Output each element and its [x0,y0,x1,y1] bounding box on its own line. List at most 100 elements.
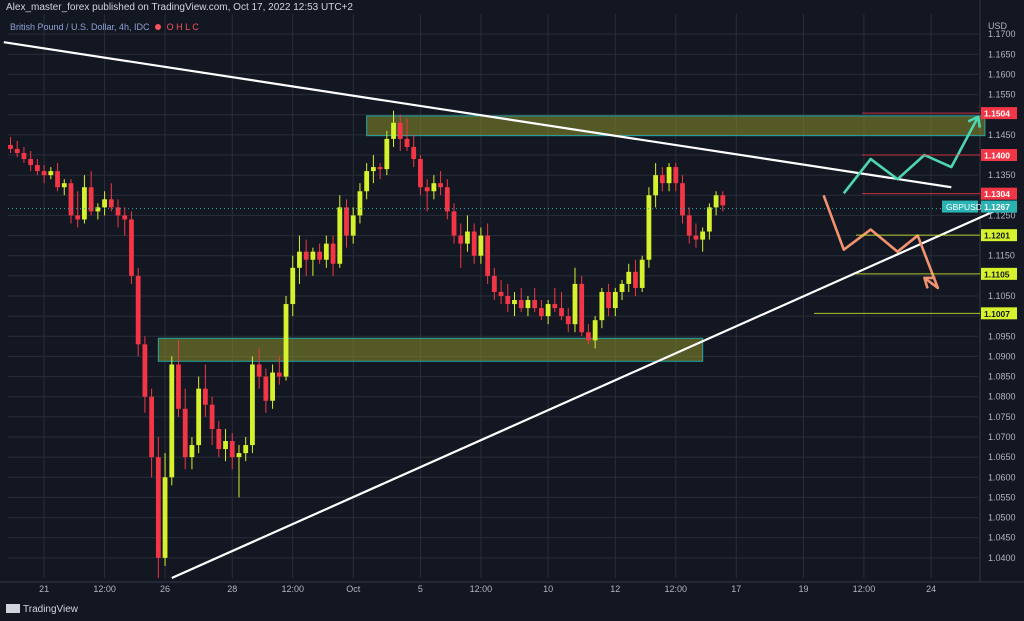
time-tick-label: 19 [798,584,808,594]
candle-body [8,144,13,149]
time-tick-label: Oct [346,584,361,594]
candle-body [135,275,141,345]
price-tick-label: 1.1150 [988,251,1015,261]
candle-body [303,251,309,260]
candle-body [95,207,101,212]
candle-body [478,235,484,256]
chart-background [0,0,1024,621]
candle-body [229,441,235,458]
candle-body [592,320,598,341]
candle-body [619,283,625,292]
price-tag-label: 1.1504 [984,109,1010,119]
candle-body [606,291,611,309]
time-tick-label: 12:00 [853,584,876,594]
price-tick-label: 1.1550 [988,90,1016,100]
candle-body [485,235,491,276]
candle-body [108,199,114,208]
candle-body [706,207,712,232]
candle-body [612,291,618,309]
candle-body [61,183,67,188]
candle-body [364,171,370,192]
candle-body [350,215,356,236]
price-tick-label: 1.0550 [988,492,1016,502]
candle-body [317,251,323,260]
candle-body [196,388,202,446]
candle-body [357,191,363,216]
candle-body [633,271,638,288]
time-tick-label: 12:00 [665,584,688,594]
candle-body [431,183,437,192]
candle-body [209,404,215,429]
candle-body [88,187,94,212]
candle-body [532,300,538,309]
candle-body [512,300,517,305]
candle-body [471,231,477,256]
candle-body [176,364,181,409]
candle-body [491,275,497,292]
candle-body [330,243,336,264]
candle-body [48,171,54,176]
candle-body [55,171,60,188]
candle-body [323,243,329,260]
price-tick-label: 1.0650 [988,452,1016,462]
price-tick-label: 1.1600 [988,69,1016,79]
candle-body [155,457,161,558]
candle-body [189,445,195,458]
candle-body [256,364,262,377]
candle-body [686,215,692,236]
time-tick-label: 5 [418,584,423,594]
candle-body [337,207,343,264]
candle-body [673,167,679,184]
price-tick-label: 1.0850 [988,372,1016,382]
candle-body [236,453,242,458]
candle-body [404,138,410,147]
time-tick-label: 12:00 [470,584,493,594]
candle-body [572,283,578,325]
price-tick-label: 1.0450 [988,533,1016,543]
candle-body [283,304,289,377]
price-tick-label: 1.1650 [988,49,1016,59]
price-tag-label: 1.1304 [984,189,1010,199]
candle-body [21,152,27,160]
candle-body [276,372,282,377]
time-tick-label: 12 [610,584,620,594]
publish-credit: Alex_master_forex published on TradingVi… [6,2,353,13]
price-tag-label: 1.1400 [984,151,1010,161]
candle-body [424,187,430,192]
candle-body [700,231,706,240]
candle-body [75,215,81,220]
time-tick-label: 17 [731,584,741,594]
candle-body [14,148,20,153]
supply-zone [366,115,986,137]
time-tick-label: 12:00 [93,584,116,594]
market-status-icon [155,24,162,30]
price-chart[interactable]: USD1.04001.04501.05001.05501.06001.06501… [0,0,1024,621]
price-tick-label: 1.1050 [988,291,1016,301]
price-tag-label: 1.1007 [984,309,1010,319]
candle-body [182,408,188,458]
symbol-legend[interactable]: British Pound / U.S. Dollar, 4h, IDC O H… [10,22,199,32]
time-tick-label: 24 [926,584,936,594]
candle-body [216,428,222,450]
candle-body [34,165,40,172]
candle-body [377,167,383,170]
candle-body [659,175,665,184]
candle-body [370,167,376,172]
candle-body [41,171,47,176]
price-tag-label: 1.1201 [984,231,1010,241]
tradingview-brand[interactable]: TradingView [6,604,78,615]
candle-body [626,271,632,284]
ohlc-values: O H L C [166,22,199,32]
candle-body [552,304,558,309]
candle-body [653,175,659,196]
candle-body [243,445,249,454]
tradingview-logo-icon [6,604,20,613]
candle-body [565,316,571,325]
price-tick-label: 1.1450 [988,130,1016,140]
time-tick-label: 21 [39,584,49,594]
candle-body [344,207,349,236]
candle-body [505,296,511,305]
price-tick-label: 1.1700 [988,29,1016,39]
candle-body [418,159,423,188]
candle-body [599,291,605,321]
